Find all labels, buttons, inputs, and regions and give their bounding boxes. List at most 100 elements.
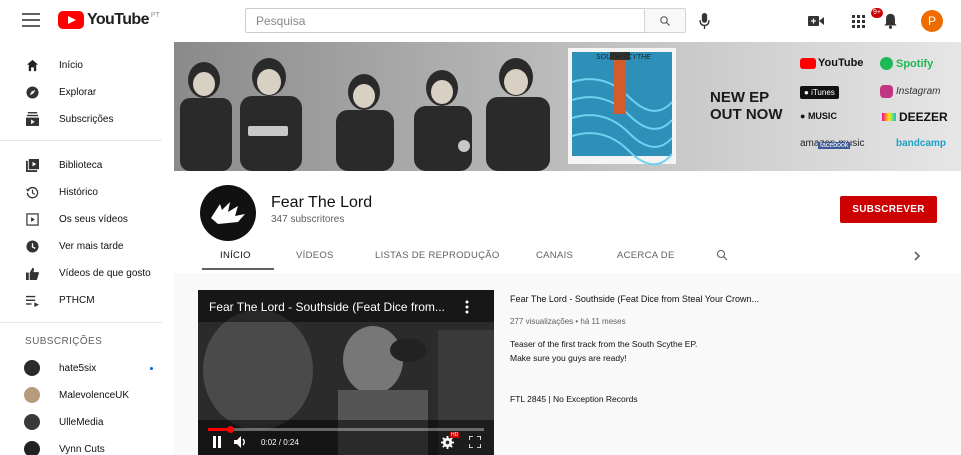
subscription-name: hate5six <box>59 362 97 374</box>
sidebar-item-history[interactable]: Histórico <box>0 179 174 205</box>
tab-playlists[interactable]: LISTAS DE REPRODUÇÃO <box>375 250 500 261</box>
subscriptions-heading: SUBSCRIÇÕES <box>25 336 103 347</box>
youtube-store-logo: YouTube <box>800 57 863 69</box>
bell-icon <box>883 13 897 29</box>
sidebar-item-label: Início <box>59 59 83 71</box>
top-bar: YouTube PT 9+ P <box>0 0 961 42</box>
subscription-item[interactable]: UlleMedia <box>0 409 174 435</box>
main-content: SOUTH SCYTHE NEW EP OUT NOW YouTube Spot… <box>174 42 961 455</box>
channel-search-icon[interactable] <box>716 249 728 261</box>
sidebar: Início Explorar Subscrições Biblioteca H… <box>0 42 174 455</box>
sidebar-divider <box>0 322 162 323</box>
volume-icon[interactable] <box>234 436 248 448</box>
compass-icon <box>25 85 39 99</box>
microphone-icon <box>698 13 710 29</box>
search-input[interactable] <box>245 8 644 33</box>
sidebar-item-label: Histórico <box>59 186 98 198</box>
chevron-right-icon[interactable] <box>912 250 922 262</box>
sidebar-item-label: Os seus vídeos <box>59 213 128 225</box>
apps-button[interactable] <box>849 12 867 30</box>
active-tab-indicator <box>202 268 274 270</box>
deezer-store-logo: DEEZER <box>882 110 948 124</box>
channel-avatar <box>24 441 40 455</box>
sidebar-item-watch-later[interactable]: Ver mais tarde <box>0 233 174 259</box>
channel-avatar[interactable] <box>200 185 256 241</box>
sidebar-item-liked-videos[interactable]: Vídeos de que gosto <box>0 260 174 286</box>
channel-banner: SOUTH SCYTHE NEW EP OUT NOW YouTube Spot… <box>174 42 961 171</box>
create-video-button[interactable] <box>807 12 825 30</box>
subscriber-count: 347 subscritores <box>271 214 345 225</box>
subscription-name: MalevolenceUK <box>59 389 130 401</box>
sidebar-item-explore[interactable]: Explorar <box>0 79 174 105</box>
sidebar-item-label: Biblioteca <box>59 159 103 171</box>
subscribe-button[interactable]: SUBSCREVER <box>840 196 937 223</box>
apps-grid-icon <box>851 14 865 28</box>
your-videos-icon <box>25 212 39 226</box>
subscriptions-icon <box>25 112 39 126</box>
player-title: Fear The Lord - Southside (Feat Dice fro… <box>209 300 445 314</box>
progress-bar[interactable] <box>208 426 484 433</box>
sidebar-item-home[interactable]: Início <box>0 52 174 78</box>
sidebar-item-label: PTHCM <box>59 294 95 306</box>
banner-headline: NEW EP OUT NOW <box>710 89 783 123</box>
deezer-icon <box>882 113 896 121</box>
library-icon <box>25 158 39 172</box>
subscription-item[interactable]: hate5six <box>0 355 174 381</box>
video-meta: 277 visualizações • há 11 meses <box>510 317 626 326</box>
subscription-item[interactable]: MalevolenceUK <box>0 382 174 408</box>
instagram-icon <box>880 85 893 98</box>
banner-headline-line2: OUT NOW <box>710 106 783 123</box>
album-title: SOUTH SCYTHE <box>596 54 651 61</box>
sidebar-item-playlist[interactable]: PTHCM <box>0 287 174 313</box>
channel-avatar <box>24 387 40 403</box>
fullscreen-icon[interactable] <box>469 436 481 448</box>
logo-text: YouTube <box>87 11 149 28</box>
pause-icon[interactable] <box>212 436 222 448</box>
video-player[interactable]: Fear The Lord - Southside (Feat Dice fro… <box>198 290 494 455</box>
voice-search-button[interactable] <box>696 12 712 30</box>
channel-avatar <box>24 414 40 430</box>
video-camera-icon <box>808 16 824 26</box>
time-readout: 0:02 / 0:24 <box>261 438 299 447</box>
tab-videos[interactable]: VÍDEOS <box>296 250 334 261</box>
watch-later-icon <box>25 239 39 253</box>
channel-header: Fear The Lord 347 subscritores SUBSCREVE… <box>174 171 961 273</box>
channel-avatar <box>24 360 40 376</box>
subscription-name: Vynn Cuts <box>59 443 105 455</box>
sidebar-item-label: Ver mais tarde <box>59 240 124 252</box>
playlist-icon <box>25 293 39 307</box>
spotify-store-logo: Spotify <box>880 57 933 70</box>
subscription-name: UlleMedia <box>59 416 104 428</box>
thumbs-up-icon <box>25 266 39 280</box>
sidebar-item-label: Explorar <box>59 86 97 98</box>
facebook-logo: facebook <box>818 142 851 149</box>
search-button[interactable] <box>644 8 686 33</box>
history-icon <box>25 185 39 199</box>
tab-channels[interactable]: CANAIS <box>536 250 573 261</box>
apple-icon: ● <box>804 88 812 97</box>
notifications-button[interactable] <box>881 12 899 30</box>
new-content-dot <box>150 367 153 370</box>
tab-about[interactable]: ACERCA DE <box>617 250 675 261</box>
home-icon <box>25 58 39 72</box>
video-description-line: FTL 2845 | No Exception Records <box>510 394 638 404</box>
search-icon <box>660 15 670 26</box>
hamburger-menu-icon[interactable] <box>22 13 40 27</box>
banner-headline-line1: NEW EP <box>710 89 770 106</box>
youtube-logo[interactable]: YouTube PT <box>58 11 160 29</box>
subscription-item[interactable]: Vynn Cuts <box>0 436 174 455</box>
notifications-badge: 9+ <box>871 8 883 18</box>
logo-region: PT <box>150 11 160 19</box>
tab-home[interactable]: INÍCIO <box>220 250 251 261</box>
youtube-play-icon <box>58 11 84 29</box>
sidebar-item-label: Vídeos de que gosto <box>59 267 151 279</box>
youtube-play-icon <box>800 57 816 69</box>
more-options-icon[interactable] <box>465 300 469 314</box>
sidebar-item-your-videos[interactable]: Os seus vídeos <box>0 206 174 232</box>
account-avatar[interactable]: P <box>921 10 943 32</box>
search-bar <box>245 8 686 33</box>
video-description-line: Make sure you guys are ready! <box>510 353 627 363</box>
sidebar-item-library[interactable]: Biblioteca <box>0 152 174 178</box>
sidebar-item-subscriptions[interactable]: Subscrições <box>0 106 174 132</box>
video-title[interactable]: Fear The Lord - Southside (Feat Dice fro… <box>510 294 759 304</box>
